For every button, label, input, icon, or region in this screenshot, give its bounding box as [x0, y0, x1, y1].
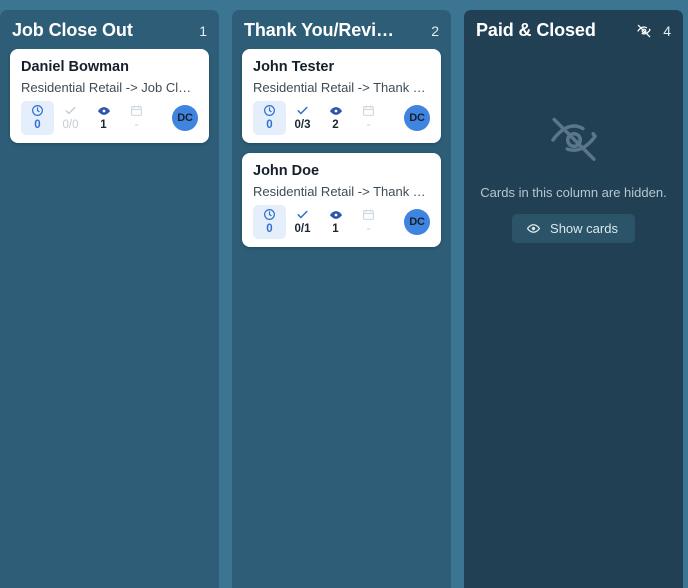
eye-off-icon	[546, 112, 602, 173]
card-tasks-value: 0/0	[62, 119, 79, 131]
eye-icon	[329, 208, 343, 221]
card-tasks-value: 0/3	[294, 119, 311, 131]
card-subtitle: Residential Retail -> Thank You E…	[253, 184, 430, 199]
card-subtitle: Residential Retail -> Thank You E…	[253, 80, 430, 95]
column-card-count: 1	[199, 22, 207, 39]
card-views-value: 1	[332, 223, 339, 235]
show-cards-label: Show cards	[550, 221, 618, 236]
avatar[interactable]: DC	[404, 209, 430, 235]
column-header-right: 4	[630, 23, 671, 39]
clock-icon	[263, 208, 276, 221]
check-icon	[64, 104, 77, 117]
check-icon	[296, 104, 309, 117]
card-tasks-badge[interactable]: 0/0	[54, 101, 87, 135]
column-card-list: Cards in this column are hidden. Show ca…	[464, 49, 683, 588]
column-card-list: John Tester Residential Retail -> Thank …	[232, 49, 451, 588]
eye-icon	[97, 104, 111, 117]
hidden-cards-placeholder: Cards in this column are hidden. Show ca…	[474, 49, 673, 588]
kanban-column-thank-you-review[interactable]: Thank You/Revi… 2 John Tester Residentia…	[232, 10, 451, 588]
kanban-board: Job Close Out 1 Daniel Bowman Residentia…	[0, 0, 688, 588]
card-meta-row: 0 0/3 2 - DC	[253, 101, 430, 135]
kanban-column-job-close-out[interactable]: Job Close Out 1 Daniel Bowman Residentia…	[0, 10, 219, 588]
card-time-value: 0	[266, 223, 273, 235]
clock-icon	[31, 104, 44, 117]
avatar[interactable]: DC	[172, 105, 198, 131]
check-icon	[296, 208, 309, 221]
card-tasks-badge[interactable]: 0/3	[286, 101, 319, 135]
kanban-card[interactable]: John Tester Residential Retail -> Thank …	[242, 49, 441, 143]
clock-icon	[263, 104, 276, 117]
eye-off-icon[interactable]	[636, 23, 652, 39]
column-header: Job Close Out 1	[0, 10, 219, 49]
column-card-list: Daniel Bowman Residential Retail -> Job …	[0, 49, 219, 588]
card-views-value: 1	[100, 119, 107, 131]
card-date-value: -	[366, 223, 371, 235]
kanban-card[interactable]: Daniel Bowman Residential Retail -> Job …	[10, 49, 209, 143]
hidden-cards-message: Cards in this column are hidden.	[480, 185, 667, 200]
card-views-badge[interactable]: 1	[319, 205, 352, 239]
card-views-badge[interactable]: 2	[319, 101, 352, 135]
calendar-icon	[362, 104, 375, 117]
eye-icon	[526, 221, 541, 236]
card-meta-row: 0 0/0 1 - DC	[21, 101, 198, 135]
column-title: Paid & Closed	[476, 20, 596, 40]
card-title: Daniel Bowman	[21, 59, 129, 75]
card-time-value: 0	[34, 119, 41, 131]
card-time-badge[interactable]: 0	[253, 205, 286, 239]
card-tasks-value: 0/1	[294, 223, 311, 235]
column-header-right: 2	[425, 23, 439, 39]
card-title: John Doe	[253, 163, 320, 179]
column-header: Thank You/Revi… 2	[232, 10, 451, 49]
card-meta-row: 0 0/1 1 - DC	[253, 205, 430, 239]
kanban-column-paid-and-closed[interactable]: Paid & Closed 4 Cards in this column are…	[464, 10, 683, 588]
column-header-right: 1	[193, 23, 207, 39]
card-time-value: 0	[266, 119, 273, 131]
card-date-badge[interactable]: -	[352, 101, 385, 135]
column-card-count: 2	[431, 22, 439, 39]
card-tasks-badge[interactable]: 0/1	[286, 205, 319, 239]
card-time-badge[interactable]: 0	[253, 101, 286, 135]
calendar-icon	[362, 208, 375, 221]
card-date-badge[interactable]: -	[120, 101, 153, 135]
card-date-badge[interactable]: -	[352, 205, 385, 239]
column-title: Job Close Out	[12, 20, 133, 40]
card-views-value: 2	[332, 119, 339, 131]
card-date-value: -	[366, 119, 371, 131]
card-subtitle: Residential Retail -> Job Close Out	[21, 80, 198, 95]
card-views-badge[interactable]: 1	[87, 101, 120, 135]
card-title: John Tester	[253, 59, 335, 75]
show-cards-button[interactable]: Show cards	[512, 214, 635, 243]
card-date-value: -	[134, 119, 139, 131]
kanban-card[interactable]: John Doe Residential Retail -> Thank You…	[242, 153, 441, 247]
column-header: Paid & Closed 4	[464, 10, 683, 49]
eye-icon	[329, 104, 343, 117]
calendar-icon	[130, 104, 143, 117]
card-time-badge[interactable]: 0	[21, 101, 54, 135]
avatar[interactable]: DC	[404, 105, 430, 131]
column-title: Thank You/Revi…	[244, 20, 394, 40]
column-card-count: 4	[663, 22, 671, 39]
